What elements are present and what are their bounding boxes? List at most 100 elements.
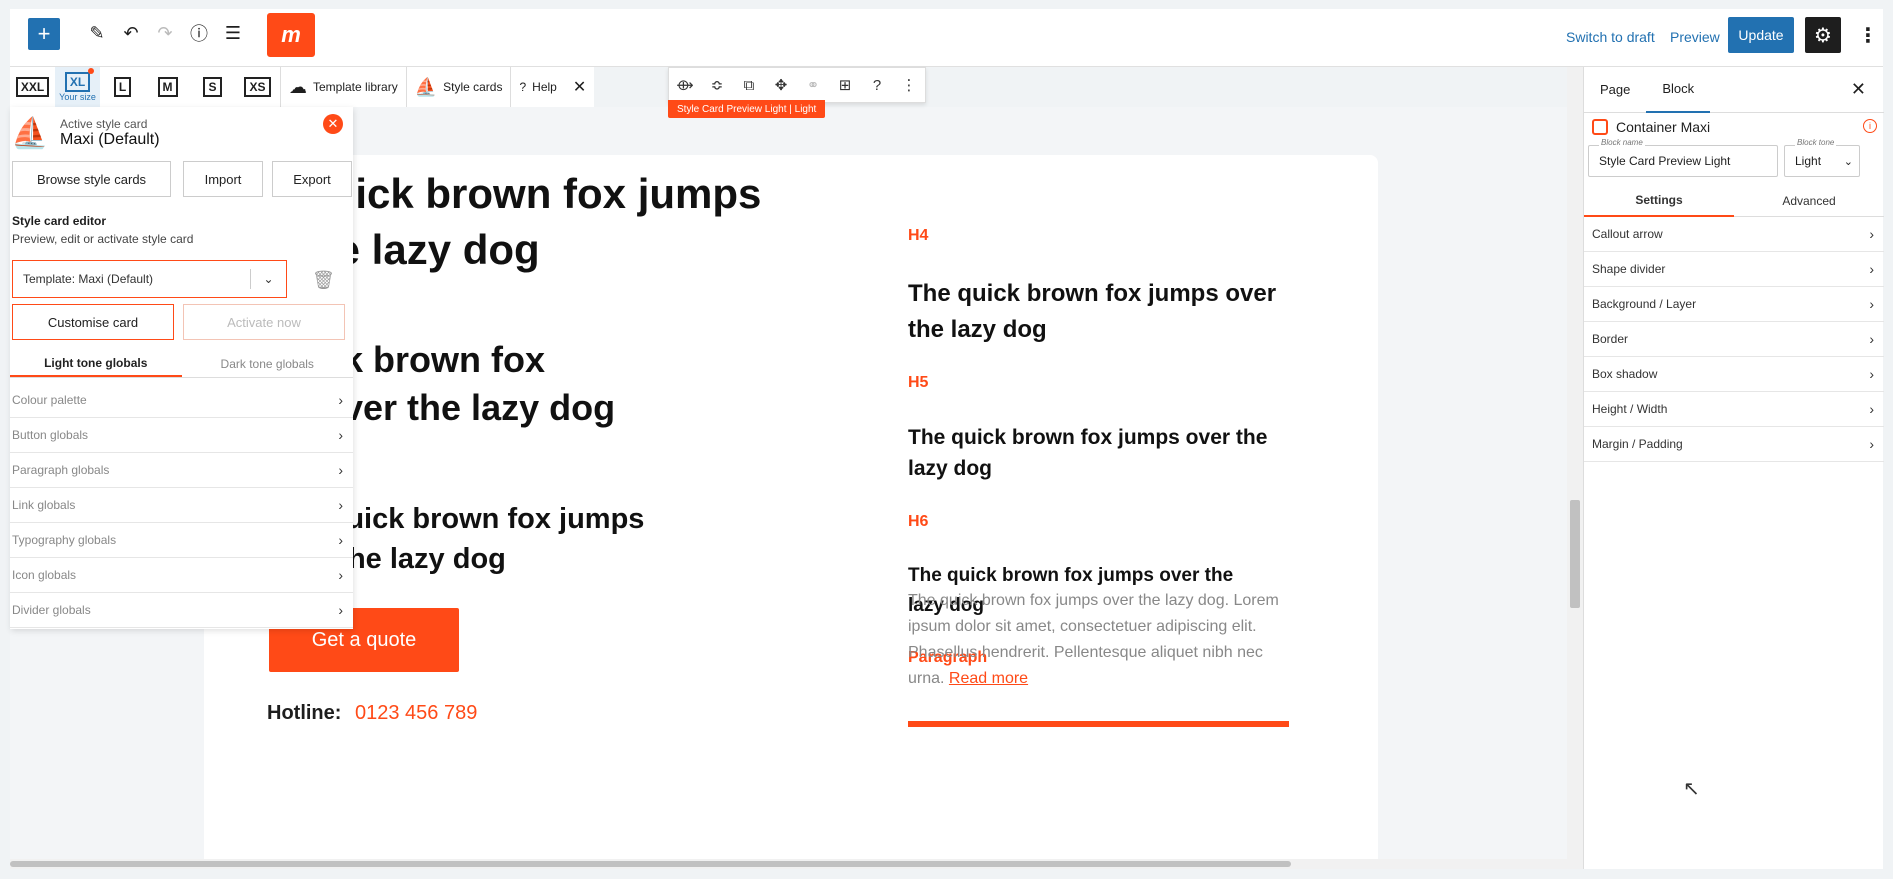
block-name-field[interactable]: Block name Style Card Preview Light [1588, 138, 1778, 177]
mouse-cursor-icon: ↖ [1683, 778, 1700, 800]
globals-item[interactable]: Colour palette › [10, 383, 353, 418]
breakpoint-xxl[interactable]: XXL [10, 67, 55, 107]
breakpoint-s[interactable]: S [190, 67, 235, 107]
template-library-button[interactable]: ☁ Template library [281, 67, 406, 107]
preview-link[interactable]: Preview [1670, 29, 1720, 45]
style-cards-button[interactable]: ⛵ Style cards [407, 67, 511, 107]
section-label: Shape divider [1592, 262, 1666, 276]
top-toolbar: + ✎ ↶ ↷ ⓘ ☰ m Switch to draft Preview Up… [10, 9, 1883, 67]
heading-h5[interactable]: The quick brown fox jumps over the lazy … [908, 422, 1278, 484]
read-more-link[interactable]: Read more [949, 670, 1028, 687]
update-button[interactable]: Update [1728, 17, 1794, 53]
style-card-editor-title: Style card editor [12, 214, 107, 228]
breakpoint-xs[interactable]: XS [235, 67, 280, 107]
link-icon[interactable]: ⚭ [797, 68, 829, 102]
block-tone-select[interactable]: Block tone Light ⌄ [1784, 138, 1860, 177]
globals-item[interactable]: Paragraph globals › [10, 453, 353, 488]
block-name-value: Style Card Preview Light [1599, 154, 1731, 168]
section-item[interactable]: Callout arrow › [1584, 217, 1884, 252]
chevron-right-icon: › [1869, 366, 1874, 382]
breakpoint-xl[interactable]: XL Your size [55, 67, 100, 107]
block-toolbar: ⟴ ≎ ⧉ ✥ ⚭ ⊞ ? ⋮ [668, 67, 926, 103]
close-icon[interactable]: ✕ [565, 77, 594, 97]
chevron-right-icon: › [338, 497, 343, 513]
section-item[interactable]: Box shadow › [1584, 357, 1884, 392]
section-item[interactable]: Margin / Padding › [1584, 427, 1884, 462]
globals-item[interactable]: Link globals › [10, 488, 353, 523]
tab-block[interactable]: Block [1646, 67, 1711, 113]
globals-item-label: Icon globals [12, 568, 77, 582]
vertical-scroll-thumb[interactable] [1570, 500, 1580, 608]
block-tone-value: Light [1795, 154, 1822, 168]
copy-style-icon[interactable]: ⧉ [733, 68, 765, 102]
style-cards-label: Style cards [443, 80, 503, 94]
tab-dark-tone[interactable]: Dark tone globals [182, 350, 354, 377]
globals-item[interactable]: Divider globals › [10, 593, 353, 628]
gear-icon[interactable]: ⚙ [1805, 17, 1841, 53]
active-style-card-label: Active style card [60, 117, 148, 131]
section-label: Margin / Padding [1592, 437, 1683, 451]
globals-item[interactable]: Icon globals › [10, 558, 353, 593]
info-icon[interactable]: ⓘ [184, 18, 214, 48]
section-item[interactable]: Background / Layer › [1584, 287, 1884, 322]
section-item[interactable]: Border › [1584, 322, 1884, 357]
import-button[interactable]: Import [183, 161, 263, 197]
activate-now-button[interactable]: Activate now [183, 304, 345, 340]
switch-to-draft-link[interactable]: Switch to draft [1566, 29, 1655, 45]
close-icon[interactable]: ✕ [1851, 79, 1866, 100]
alignment-icon[interactable]: ≎ [701, 68, 733, 102]
horizontal-scrollbar[interactable] [10, 859, 1583, 869]
chevron-down-icon: ⌄ [250, 269, 286, 289]
heading-h4[interactable]: The quick brown fox jumps over the lazy … [908, 276, 1298, 348]
block-title-label: Container Maxi [1616, 119, 1711, 135]
trash-icon[interactable]: 🗑 [312, 270, 335, 291]
sidebar-tabs: Page Block ✕ [1584, 67, 1884, 113]
duplicate-icon[interactable]: ⊞ [829, 68, 861, 102]
breakpoint-m[interactable]: M [145, 67, 190, 107]
move-icon[interactable]: ✥ [765, 68, 797, 102]
more-options-icon[interactable]: ⋮ [1858, 23, 1878, 48]
breakpoint-l[interactable]: L [100, 67, 145, 107]
redo-icon[interactable]: ↷ [150, 18, 180, 48]
info-icon[interactable]: i [1863, 119, 1877, 133]
globals-item[interactable]: Button globals › [10, 418, 353, 453]
maxi-logo-button[interactable]: m [267, 13, 315, 57]
your-size-label: Your size [59, 92, 96, 102]
globals-item-label: Typography globals [12, 533, 117, 547]
more-options-icon[interactable]: ⋮ [893, 68, 925, 102]
template-select[interactable]: Template: Maxi (Default) ⌄ [12, 260, 287, 298]
list-view-icon[interactable]: ☰ [218, 18, 248, 48]
section-label: Background / Layer [1592, 297, 1697, 311]
undo-icon[interactable]: ↶ [116, 18, 146, 48]
breakpoint-label: L [113, 77, 132, 97]
breakpoint-label: M [157, 77, 178, 97]
browse-style-cards-button[interactable]: Browse style cards [12, 161, 171, 197]
pencil-icon[interactable]: ✎ [82, 18, 112, 48]
plus-icon[interactable]: + [28, 18, 60, 50]
tab-advanced[interactable]: Advanced [1734, 185, 1884, 217]
export-button[interactable]: Export [272, 161, 352, 197]
style-card-editor-subtitle: Preview, edit or activate style card [12, 232, 194, 246]
vertical-scrollbar[interactable] [1567, 67, 1583, 859]
section-label: Box shadow [1592, 367, 1658, 381]
help-circle-icon[interactable]: ? [861, 68, 893, 102]
customise-card-button[interactable]: Customise card [12, 304, 174, 340]
tab-settings[interactable]: Settings [1584, 185, 1734, 217]
close-icon[interactable]: ✕ [323, 114, 343, 134]
globals-item-label: Divider globals [12, 603, 91, 617]
help-button[interactable]: ? Help [511, 67, 564, 107]
globals-item[interactable]: Typography globals › [10, 523, 353, 558]
select-parent-icon[interactable]: ⟴ [669, 68, 701, 102]
section-item[interactable]: Shape divider › [1584, 252, 1884, 287]
tab-page[interactable]: Page [1584, 67, 1646, 113]
paragraph-text[interactable]: The quick brown fox jumps over the lazy … [908, 588, 1298, 692]
tab-light-tone[interactable]: Light tone globals [10, 350, 182, 377]
section-item[interactable]: Height / Width › [1584, 392, 1884, 427]
horizontal-scroll-thumb[interactable] [10, 861, 1291, 867]
chevron-right-icon: › [1869, 226, 1874, 242]
heading-h1[interactable]: e quick brown fox jumps r the lazy dog [269, 166, 839, 278]
breakpoint-label: XL [64, 72, 91, 92]
hotline-number[interactable]: 0123 456 789 [355, 702, 477, 724]
style-card-icon: ⛵ [414, 76, 438, 97]
help-label: Help [532, 80, 557, 94]
